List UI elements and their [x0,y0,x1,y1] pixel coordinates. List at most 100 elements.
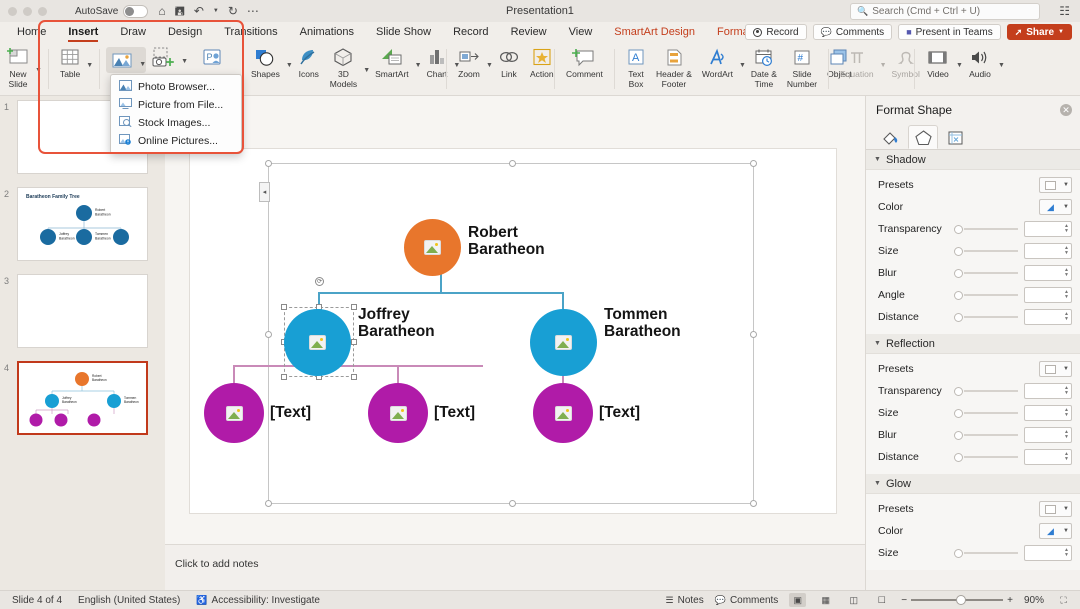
shapes-caret-icon[interactable]: ▼ [286,56,293,69]
slider-knob[interactable] [954,387,963,396]
menu-item-online-pictures[interactable]: Online Pictures... [111,132,241,150]
slide-thumbnail-item[interactable]: 4 Robert Baratheon Joffrey Baratheon Tom… [0,357,165,444]
shadow-presets-button[interactable] [1039,177,1061,193]
language-label[interactable]: English (United States) [78,595,180,606]
reflection-transparency-slider[interactable] [954,385,1020,397]
view-slide-show-button[interactable]: ☐ [873,593,890,607]
spinner-arrows-icon[interactable]: ▲ ▼ [1064,386,1069,396]
resize-handle-n[interactable] [509,160,516,167]
menu-item-photo-browser[interactable]: Photo Browser... [111,78,241,96]
reflection-size-slider[interactable] [954,407,1020,419]
shapes-button[interactable]: Shapes [246,45,285,80]
tab-animations[interactable]: Animations [289,22,365,42]
share-network-icon[interactable]: ☷ [1059,4,1070,18]
slider-knob[interactable] [954,225,963,234]
format-shape-pane[interactable]: Format Shape ✕ ▼ Shadow Presets ▼ Color … [865,96,1080,590]
glow-color-button[interactable]: ◢ [1039,523,1061,539]
window-controls[interactable] [0,6,47,16]
slider-knob[interactable] [954,247,963,256]
zoom-knob[interactable] [956,595,967,605]
undo-caret-icon[interactable]: ▼ [213,8,219,14]
photo-album-button[interactable]: P [196,45,228,69]
spinner-arrows-icon[interactable]: ▲ ▼ [1064,224,1069,234]
zoom-in-icon[interactable]: + [1007,595,1013,606]
picture-placeholder-icon[interactable] [555,335,572,350]
section-header-shadow[interactable]: ▼ Shadow [866,150,1080,170]
shadow-size-input[interactable]: ▲ ▼ [1024,243,1072,259]
maximize-window-button[interactable] [38,6,47,16]
table-caret-icon[interactable]: ▼ [86,56,93,69]
spinner-arrows-icon[interactable]: ▲ ▼ [1064,408,1069,418]
shadow-transparency-input[interactable]: ▲ ▼ [1024,221,1072,237]
shadow-distance-slider[interactable] [954,311,1020,323]
insert-picture-dropdown-menu[interactable]: Photo Browser... Picture from File... St… [110,74,242,154]
resize-handle-sw[interactable] [265,500,272,507]
slider-knob[interactable] [954,453,963,462]
node-child-2[interactable] [368,383,428,443]
current-slide[interactable]: ◂ Robert Baratheon ⟳ Joffrey Baratheon T… [190,149,836,513]
pictures-button[interactable] [106,48,138,72]
close-window-button[interactable] [8,6,17,16]
shadow-transparency-slider[interactable] [954,223,1020,235]
shadow-blur-input[interactable]: ▲ ▼ [1024,265,1072,281]
record-button[interactable]: Record [745,24,807,40]
spinner-arrows-icon[interactable]: ▲ ▼ [1064,430,1069,440]
resize-handle-ne[interactable] [750,160,757,167]
spinner-arrows-icon[interactable]: ▲ ▼ [1064,290,1069,300]
reflection-distance-input[interactable]: ▲ ▼ [1024,449,1072,465]
resize-handle-nw[interactable] [265,160,272,167]
zoom-control[interactable]: − + [901,594,1013,606]
tab-fill-and-line[interactable] [876,125,906,149]
equation-caret-icon[interactable]: ▼ [880,56,887,69]
autosave-control[interactable]: AutoSave [75,4,149,18]
view-slide-sorter-button[interactable]: ▦ [817,593,834,607]
spinner-arrows-icon[interactable]: ▲ ▼ [1064,312,1069,322]
reflection-transparency-input[interactable]: ▲ ▼ [1024,383,1072,399]
shadow-color-button[interactable]: ◢ [1039,199,1061,215]
fit-to-window-button[interactable]: ⛶ [1055,593,1072,607]
shadow-angle-slider[interactable] [954,289,1020,301]
section-header-glow[interactable]: ▼ Glow [866,474,1080,494]
notes-toggle-button[interactable]: ☰ Notes [666,595,704,606]
tab-slide-show[interactable]: Slide Show [365,22,442,42]
reflection-size-input[interactable]: ▲ ▼ [1024,405,1072,421]
slide-thumbnail-4[interactable]: Robert Baratheon Joffrey Baratheon Tomme… [17,361,148,435]
tab-smartart-design[interactable]: SmartArt Design [603,22,706,42]
home-icon[interactable]: ⌂ [158,5,165,17]
node-handle-e[interactable] [351,339,357,345]
header-footer-button[interactable]: Header & Footer [651,45,697,89]
reflection-distance-slider[interactable] [954,451,1020,463]
glow-presets-caret-icon[interactable]: ▼ [1061,501,1072,517]
slide-counter[interactable]: Slide 4 of 4 [12,595,62,606]
close-icon[interactable]: ✕ [1060,104,1072,116]
video-caret-icon[interactable]: ▼ [956,56,963,69]
shadow-presets-caret-icon[interactable]: ▼ [1061,177,1072,193]
zoom-button[interactable]: Zoom [453,45,485,80]
tab-draw[interactable]: Draw [109,22,157,42]
tab-size-properties[interactable] [940,125,970,149]
wordart-caret-icon[interactable]: ▼ [739,56,746,69]
reflection-presets-button[interactable] [1039,361,1061,377]
shadow-blur-slider[interactable] [954,267,1020,279]
resize-handle-e[interactable] [750,331,757,338]
slide-thumbnail-2[interactable]: Baratheon Family Tree Robert Baratheon J… [17,187,148,261]
notes-pane[interactable]: Click to add notes [165,544,865,590]
search-input[interactable]: 🔍 Search (Cmd + Ctrl + U) [850,3,1040,20]
3d-models-caret-icon[interactable]: ▼ [363,61,370,74]
slide-thumbnail-pane[interactable]: 1 2 Baratheon Family Tree Robert Barathe… [0,96,165,590]
new-slide-caret-icon[interactable]: ▼ [35,61,42,74]
node-child-3[interactable] [533,383,593,443]
slide-canvas-area[interactable]: ◂ Robert Baratheon ⟳ Joffrey Baratheon T… [165,96,865,590]
spinner-arrows-icon[interactable]: ▲ ▼ [1064,452,1069,462]
3d-models-button[interactable]: 3D Models [325,45,362,89]
present-in-teams-button[interactable]: ■ Present in Teams [898,24,1001,40]
zoom-caret-icon[interactable]: ▼ [486,56,493,69]
menu-item-stock-images[interactable]: Stock Images... [111,114,241,132]
zoom-slider[interactable] [911,594,1004,606]
rotate-handle-joffrey[interactable]: ⟳ [315,277,324,286]
smartart-caret-icon[interactable]: ▼ [415,56,422,69]
view-normal-button[interactable]: ▣ [789,593,807,607]
glow-presets-button[interactable] [1039,501,1061,517]
tab-review[interactable]: Review [500,22,558,42]
node-robert[interactable] [404,219,461,276]
